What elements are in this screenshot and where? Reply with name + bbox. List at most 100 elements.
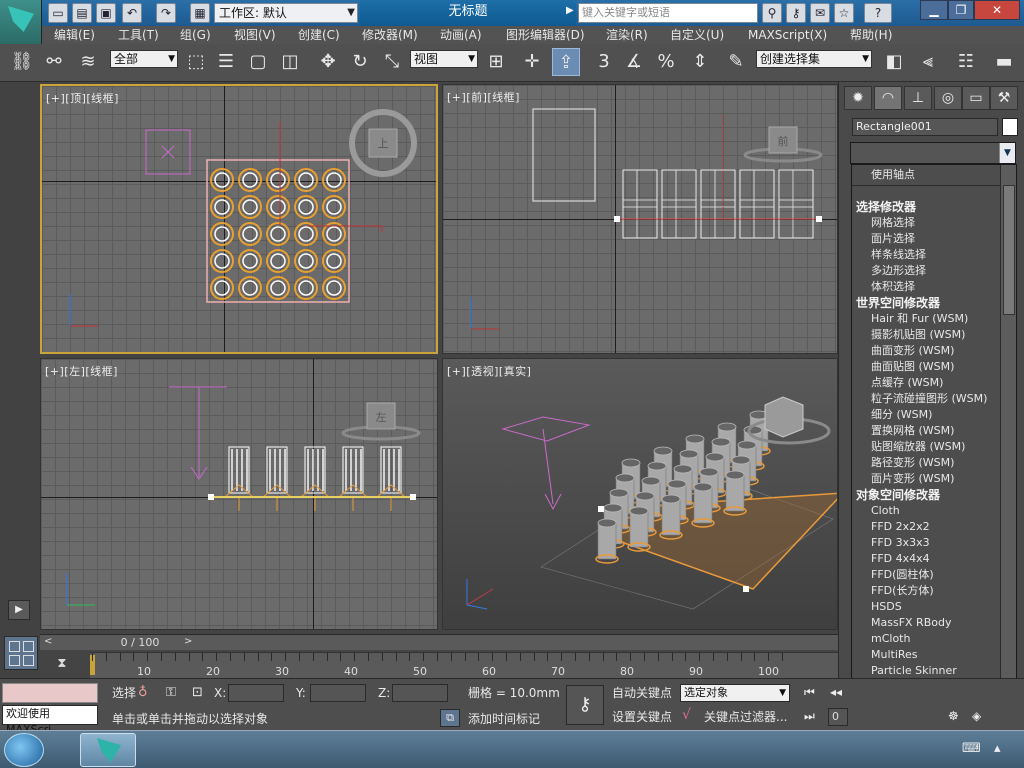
lock-icon[interactable]: ⚿ [166, 685, 176, 700]
viewport-layout-icon[interactable] [4, 636, 38, 670]
new-file-icon[interactable]: ▭ [48, 3, 68, 23]
unlink-icon[interactable]: ⚯ [40, 48, 68, 76]
hierarchy-tab-icon[interactable]: ⊥ [904, 86, 932, 110]
move-icon[interactable]: ✥ [314, 48, 342, 76]
modifier-list-item[interactable]: 曲面变形 (WSM) [852, 343, 1000, 359]
help-icon[interactable]: ? [864, 3, 892, 23]
communication-icon[interactable]: ✉ [810, 3, 830, 23]
viewcube-front-face[interactable]: 前 [775, 133, 791, 149]
selection-filter-dropdown[interactable]: 全部 ▼ [110, 50, 178, 68]
modifier-list-item[interactable]: Hair 和 Fur (WSM) [852, 311, 1000, 327]
modifier-list-item[interactable]: 点缓存 (WSM) [852, 375, 1000, 391]
menu-rendering[interactable]: 渲染(R) [606, 26, 648, 44]
binoculars-icon[interactable]: ⚲ [762, 3, 782, 23]
y-coord-field[interactable] [310, 684, 366, 702]
orbit-icon[interactable]: ☸ [948, 709, 959, 723]
auto-key-button[interactable]: 自动关键点 [612, 685, 672, 701]
menu-edit[interactable]: 编辑(E) [54, 26, 95, 44]
slider-right-arrow-icon[interactable]: > [184, 636, 192, 647]
modifier-list-item[interactable]: 网格选择 [852, 215, 1000, 231]
menu-customize[interactable]: 自定义(U) [670, 26, 724, 44]
motion-tab-icon[interactable]: ◎ [934, 86, 962, 110]
time-slider[interactable]: < 0 / 100 > [40, 634, 838, 650]
search-expand-icon[interactable]: ▶ [566, 5, 574, 16]
modifier-list-item[interactable]: 面片变形 (WSM) [852, 471, 1000, 487]
viewport-left[interactable]: [+][左][线框] 左 [40, 358, 438, 630]
menu-animation[interactable]: 动画(A) [440, 26, 482, 44]
play-expand-icon[interactable]: ▶ [8, 600, 30, 620]
menu-tools[interactable]: 工具(T) [118, 26, 159, 44]
modifier-list-item[interactable]: FFD 3x3x3 [852, 535, 1000, 551]
isolate-bulb-icon[interactable]: ♁ [138, 685, 148, 700]
slider-left-arrow-icon[interactable]: < [44, 636, 52, 647]
modifier-list-item[interactable]: 摄影机贴图 (WSM) [852, 327, 1000, 343]
modify-tab-icon[interactable]: ◠ [874, 86, 902, 110]
select-manipulate-icon[interactable]: ✛ [518, 48, 546, 76]
spinner-snap-icon[interactable]: ⇕ [686, 48, 714, 76]
modifier-list-item[interactable]: 多边形选择 [852, 263, 1000, 279]
maxscript-mini-listener[interactable]: 欢迎使用 MAXScri [2, 705, 98, 736]
modifier-list-item[interactable]: 曲面贴图 (WSM) [852, 359, 1000, 375]
utilities-tab-icon[interactable]: ⚒ [990, 86, 1018, 110]
menu-views[interactable]: 视图(V) [234, 26, 276, 44]
scale-icon[interactable]: ⤡ [378, 48, 406, 76]
workspace-dropdown[interactable]: 工作区: 默认 ▼ [214, 3, 358, 23]
minimize-button[interactable]: ▁ [920, 0, 948, 20]
search-input[interactable]: 键入关键字或短语 [578, 3, 758, 23]
modifier-list-item[interactable]: 面片选择 [852, 231, 1000, 247]
windows-start-icon[interactable] [4, 733, 44, 767]
z-coord-field[interactable] [392, 684, 448, 702]
align-icon[interactable]: ⫷ [914, 48, 942, 76]
modifier-list-item[interactable]: Particle Skinner [852, 663, 1000, 679]
set-key-button[interactable]: 设置关键点 [612, 709, 672, 725]
menu-modifiers[interactable]: 修改器(M) [362, 26, 418, 44]
snaps-toggle-icon[interactable]: 3 [590, 48, 618, 76]
modifier-list-item[interactable]: MassFX RBody [852, 615, 1000, 631]
render-setup-icon[interactable]: ▬ [990, 48, 1018, 76]
modifier-list-item[interactable]: FFD(圆柱体) [852, 567, 1000, 583]
menu-group[interactable]: 组(G) [180, 26, 211, 44]
field-of-view-icon[interactable]: ◈ [972, 709, 981, 723]
save-file-icon[interactable]: ▣ [96, 3, 116, 23]
menu-maxscript[interactable]: MAXScript(X) [748, 26, 827, 44]
track-bar-icon[interactable]: ⧗ [50, 656, 74, 674]
select-by-name-icon[interactable]: ☰ [212, 48, 240, 76]
add-time-tag-button[interactable]: 添加时间标记 [468, 711, 540, 727]
object-name-field[interactable]: Rectangle001 [852, 118, 998, 136]
window-crossing-icon[interactable]: ◫ [276, 48, 304, 76]
absolute-mode-icon[interactable]: ⊡ [192, 685, 203, 700]
scrollbar-thumb[interactable] [1003, 185, 1015, 315]
modifier-use-pivot[interactable]: 使用轴点 [852, 167, 1000, 183]
key-mode-toggle-icon[interactable]: ⏭ [804, 709, 815, 724]
key-icon[interactable]: ⚷ [786, 3, 806, 23]
edit-named-selection-icon[interactable]: ✎ [722, 48, 750, 76]
modifier-list-item[interactable]: mCloth [852, 631, 1000, 647]
modifier-list-dropdown[interactable]: ▼ [850, 142, 1016, 164]
menu-help[interactable]: 帮助(H) [850, 26, 892, 44]
object-color-swatch[interactable] [1002, 118, 1018, 136]
layer-manager-icon[interactable]: ☷ [952, 48, 980, 76]
viewcube-left-face[interactable]: 左 [373, 409, 389, 425]
taskbar-3dsmax[interactable] [80, 733, 136, 767]
go-to-start-icon[interactable]: ⏮ [804, 685, 815, 700]
percent-snap-icon[interactable]: % [652, 48, 680, 76]
menu-create[interactable]: 创建(C) [298, 26, 340, 44]
modifier-list-item[interactable]: Cloth [852, 503, 1000, 519]
tray-expand-icon[interactable]: ▴ [994, 741, 1001, 756]
close-button[interactable]: ✕ [974, 0, 1020, 20]
redo-icon[interactable]: ↷ [156, 3, 176, 23]
maximize-button[interactable]: ❐ [948, 0, 974, 20]
modifier-list-item[interactable]: 粒子流碰撞图形 (WSM) [852, 391, 1000, 407]
previous-frame-icon[interactable]: ◂◂ [830, 685, 842, 699]
app-menu-button[interactable] [0, 0, 42, 44]
viewport-front[interactable]: [+][前][线框] 前 [442, 84, 838, 354]
pivot-center-icon[interactable]: ⊞ [482, 48, 510, 76]
project-folder-icon[interactable]: ▦ [190, 3, 210, 23]
bind-space-warp-icon[interactable]: ≋ [74, 48, 102, 76]
current-frame-field[interactable]: 0 [828, 708, 848, 726]
key-filters-button[interactable]: 关键点过滤器... [704, 709, 787, 725]
modifier-list-item[interactable]: HSDS [852, 599, 1000, 615]
key-mode-dropdown[interactable]: 选定对象 ▼ [680, 684, 790, 702]
undo-icon[interactable]: ↶ [122, 3, 142, 23]
modifier-list-item[interactable]: 贴图缩放器 (WSM) [852, 439, 1000, 455]
